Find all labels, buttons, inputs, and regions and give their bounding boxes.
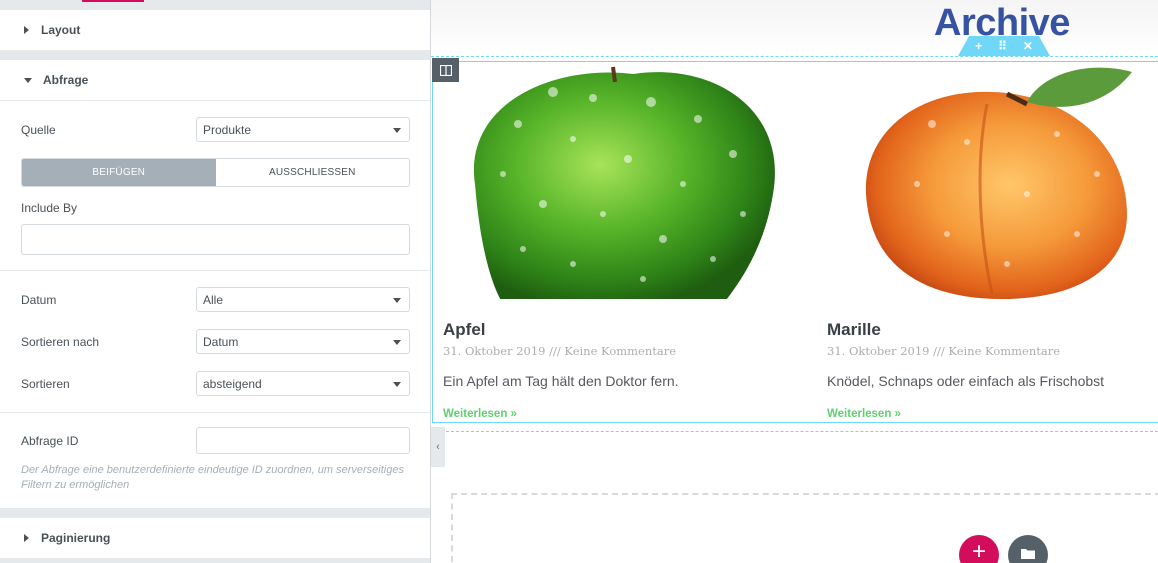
sortieren-nach-select-value: Datum [203,335,239,349]
section-paginierung-label: Paginierung [41,531,111,545]
include-exclude-tabs: BEIFÜGEN AUSSCHLIESSEN [21,158,410,187]
caret-right-icon [24,534,29,542]
caret-down-icon [24,77,32,83]
section-paginierung-header[interactable]: Paginierung [0,518,430,558]
post-card: Marille 31. Oktober 2019 /// Keine Komme… [827,64,1158,424]
quelle-label: Quelle [21,123,56,137]
abfrage-id-description: Der Abfrage eine benutzerdefinierte eind… [21,464,404,491]
post-title[interactable]: Apfel [443,320,486,340]
section-layout-label: Layout [41,23,81,37]
divider [0,270,430,271]
divider [0,412,430,413]
post-meta: 31. Oktober 2019 /// Keine Kommentare [827,344,1061,358]
sortieren-select[interactable]: absteigend [196,371,410,396]
section-abfrage-label: Abfrage [43,73,89,87]
dropdown-arrow-icon [393,340,401,345]
sortieren-nach-label: Sortieren nach [21,335,100,349]
sortieren-label: Sortieren [21,377,70,391]
section-layout-header[interactable]: Layout [0,10,430,50]
include-by-label: Include By [21,201,78,215]
active-tab-indicator [82,0,144,2]
quelle-select-value: Produkte [203,123,252,137]
dropdown-arrow-icon [393,382,401,387]
dropdown-arrow-icon [393,298,401,303]
post-excerpt: Ein Apfel am Tag hält den Doktor fern. [443,373,679,389]
collapse-panel-button[interactable]: ‹ [431,427,445,467]
quelle-select[interactable]: Produkte [196,117,410,142]
add-section-icon[interactable]: + [975,39,982,53]
apricot-image[interactable] [827,64,1158,299]
datum-label: Datum [21,293,57,307]
datum-select-value: Alle [203,293,224,307]
tab-include[interactable]: BEIFÜGEN [22,159,216,186]
green-apple-image[interactable] [443,64,783,299]
chevron-left-icon: ‹ [436,441,440,453]
abfrage-id-input[interactable] [196,427,410,454]
folder-icon [1021,549,1035,559]
dropdown-arrow-icon [393,128,401,133]
include-by-input[interactable] [21,224,410,255]
post-meta: 31. Oktober 2019 /// Keine Kommentare [443,344,677,358]
preview-canvas: Archive + ⠿ ✕ Apfel 31. Oktober 2019 ///… [431,0,1158,563]
post-excerpt: Knödel, Schnaps oder einfach als Frischo… [827,373,1105,389]
divider [0,100,430,101]
post-title[interactable]: Marille [827,320,881,340]
section-abfrage-header[interactable]: Abfrage [0,60,430,100]
close-icon[interactable]: ✕ [1023,39,1033,53]
add-section-area [451,493,1158,563]
post-card: Apfel 31. Oktober 2019 /// Keine Komment… [443,64,783,424]
datum-select[interactable]: Alle [196,287,410,312]
editor-root: Layout Abfrage Quelle Produkte BEIFÜGEN … [0,0,1158,563]
read-more-link[interactable]: Weiterlesen » [827,408,901,420]
caret-right-icon [24,26,29,34]
sortieren-select-value: absteigend [203,377,262,391]
read-more-link[interactable]: Weiterlesen » [443,408,517,420]
plus-icon: + [971,538,986,563]
section-handle: + ⠿ ✕ [958,36,1050,56]
abfrage-id-label: Abfrage ID [21,434,79,448]
settings-panel: Layout Abfrage Quelle Produkte BEIFÜGEN … [0,0,431,563]
sortieren-nach-select[interactable]: Datum [196,329,410,354]
drag-handle-icon[interactable]: ⠿ [998,39,1007,53]
tab-exclude[interactable]: AUSSCHLIESSEN [215,159,409,186]
